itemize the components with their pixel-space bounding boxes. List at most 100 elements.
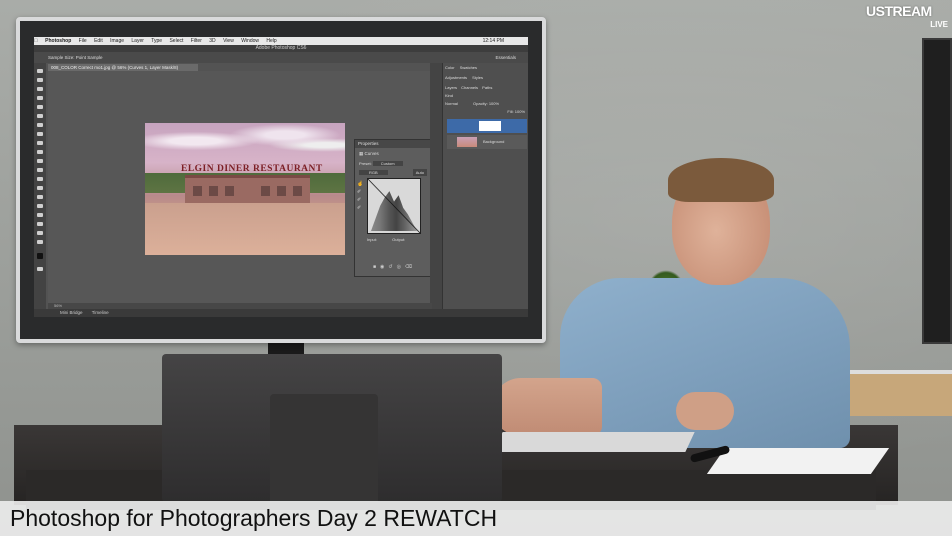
blend-row: Normal Opacity: 100% bbox=[445, 101, 525, 107]
laptop-back bbox=[162, 354, 502, 502]
layer-filter-kind[interactable]: Kind bbox=[445, 93, 525, 99]
diner-photo[interactable]: ELGIN DINER RESTAURANT bbox=[145, 123, 345, 255]
move-tool-icon[interactable] bbox=[37, 69, 43, 73]
marquee-tool-icon[interactable] bbox=[37, 78, 43, 82]
tab-paths[interactable]: Paths bbox=[482, 85, 492, 90]
tab-channels[interactable]: Channels bbox=[461, 85, 478, 90]
menu-image[interactable]: Image bbox=[110, 38, 124, 44]
on-image-adjust-icon[interactable]: ☝ bbox=[357, 180, 364, 188]
paper-sheet bbox=[706, 448, 890, 474]
preset-select[interactable]: Custom bbox=[372, 161, 403, 166]
diner-window bbox=[293, 186, 302, 196]
zoom-level[interactable]: 56% bbox=[54, 303, 62, 308]
background-layer-name: Background bbox=[483, 139, 505, 144]
properties-panel: Properties ▦ Curves Preset: Custom RGB A… bbox=[354, 139, 432, 277]
panel-dock bbox=[430, 63, 442, 309]
menu-layer[interactable]: Layer bbox=[131, 38, 144, 44]
output-label: Output: bbox=[392, 237, 406, 242]
tab-mini-bridge[interactable]: Mini Bridge bbox=[60, 310, 83, 315]
keyboard bbox=[493, 432, 695, 452]
healing-brush-tool-icon[interactable] bbox=[37, 123, 43, 127]
monitor:  Photoshop File Edit Image Layer Type S… bbox=[16, 17, 546, 343]
ustream-logo-text: USTREAM bbox=[866, 3, 932, 19]
history-brush-tool-icon[interactable] bbox=[37, 150, 43, 154]
gray-point-eyedropper-icon[interactable]: ✐ bbox=[357, 196, 364, 204]
menu-type[interactable]: Type bbox=[151, 38, 162, 44]
black-point-eyedropper-icon[interactable]: ✐ bbox=[357, 188, 364, 196]
color-tabs: Color Swatches bbox=[445, 65, 525, 71]
presenter-hand bbox=[676, 392, 734, 430]
menu-photoshop[interactable]: Photoshop bbox=[45, 38, 71, 44]
tab-timeline[interactable]: Timeline bbox=[92, 310, 109, 315]
ps-menubar:  Photoshop File Edit Image Layer Type S… bbox=[34, 37, 528, 45]
layers-tabs: Layers Channels Paths bbox=[445, 85, 525, 91]
crop-tool-icon[interactable] bbox=[37, 105, 43, 109]
fill-field[interactable]: 100% bbox=[515, 109, 525, 114]
clone-stamp-tool-icon[interactable] bbox=[37, 141, 43, 145]
eyedropper-tool-icon[interactable] bbox=[37, 114, 43, 118]
preset-row: Preset: Custom bbox=[359, 160, 429, 167]
white-point-eyedropper-icon[interactable]: ✐ bbox=[357, 204, 364, 212]
tab-styles[interactable]: Styles bbox=[472, 75, 483, 80]
menu-help[interactable]: Help bbox=[266, 38, 276, 44]
window-title: Adobe Photoshop CS6 bbox=[34, 45, 528, 52]
presenter-hair bbox=[668, 158, 774, 202]
channel-select[interactable]: RGB bbox=[359, 170, 388, 175]
banner-title: Photoshop for Photographers Day 2 REWATC… bbox=[10, 505, 498, 531]
path-selection-tool-icon[interactable] bbox=[37, 213, 43, 217]
menu-view[interactable]: View bbox=[223, 38, 234, 44]
curves-graph[interactable] bbox=[367, 178, 421, 234]
photo-sky bbox=[145, 123, 345, 163]
tab-color[interactable]: Color bbox=[445, 65, 455, 70]
auto-button[interactable]: Auto bbox=[412, 169, 427, 176]
gradient-tool-icon[interactable] bbox=[37, 168, 43, 172]
diner-window bbox=[277, 186, 286, 196]
wall-shelf bbox=[846, 370, 952, 416]
curves-tools: ☝ ✐ ✐ ✐ bbox=[357, 180, 364, 220]
presenter-arm bbox=[492, 378, 602, 436]
toggle-visibility-icon[interactable]: ◎ bbox=[397, 264, 405, 270]
options-sample-size[interactable]: Sample Size: Point Sample bbox=[48, 55, 103, 60]
foreground-color-swatch[interactable] bbox=[37, 253, 43, 259]
menu-filter[interactable]: Filter bbox=[191, 38, 202, 44]
menu-file[interactable]: File bbox=[79, 38, 87, 44]
layer-mask-thumbnail[interactable] bbox=[479, 121, 501, 131]
curve-line[interactable] bbox=[368, 179, 420, 233]
wall-frame bbox=[922, 38, 952, 344]
tab-adjustments[interactable]: Adjustments bbox=[445, 75, 467, 80]
dodge-tool-icon[interactable] bbox=[37, 186, 43, 190]
workspace-switcher[interactable]: Essentials bbox=[495, 52, 516, 63]
menu-edit[interactable]: Edit bbox=[94, 38, 103, 44]
fill-row: Fill: 100% bbox=[445, 109, 525, 115]
menu-select[interactable]: Select bbox=[169, 38, 183, 44]
shape-tool-icon[interactable] bbox=[37, 222, 43, 226]
menu-apple[interactable]:  bbox=[34, 38, 38, 44]
quick-mask-icon[interactable] bbox=[37, 267, 43, 271]
pen-tool-icon[interactable] bbox=[37, 195, 43, 199]
ustream-logo: USTREAM LIVE bbox=[866, 3, 950, 33]
blend-mode-select[interactable]: Normal bbox=[445, 101, 458, 106]
reset-icon[interactable]: ↺ bbox=[388, 264, 396, 270]
tab-layers[interactable]: Layers bbox=[445, 85, 457, 90]
ustream-live-text: LIVE bbox=[930, 20, 948, 29]
type-tool-icon[interactable] bbox=[37, 204, 43, 208]
right-panels: Color Swatches Adjustments Styles Layers… bbox=[442, 63, 528, 309]
document-tab[interactable]: 008_COLOR Correct mo1.jpg @ 56% (Curves … bbox=[48, 64, 198, 71]
zoom-tool-icon[interactable] bbox=[37, 240, 43, 244]
hand-tool-icon[interactable] bbox=[37, 231, 43, 235]
menu-window[interactable]: Window bbox=[241, 38, 259, 44]
fill-label: Fill: bbox=[507, 109, 514, 114]
eraser-tool-icon[interactable] bbox=[37, 159, 43, 163]
lasso-tool-icon[interactable] bbox=[37, 87, 43, 91]
trash-icon[interactable]: ⌫ bbox=[405, 264, 416, 270]
diner-sign: ELGIN DINER RESTAURANT bbox=[181, 164, 323, 174]
opacity-field[interactable]: 100% bbox=[489, 101, 499, 106]
blur-tool-icon[interactable] bbox=[37, 177, 43, 181]
options-bar: Sample Size: Point Sample Essentials bbox=[34, 52, 528, 63]
clip-to-layer-icon[interactable]: ■ bbox=[373, 264, 380, 270]
brush-tool-icon[interactable] bbox=[37, 132, 43, 136]
input-output-row: Input: Output: bbox=[367, 236, 431, 243]
tab-swatches[interactable]: Swatches bbox=[460, 65, 477, 70]
quick-select-tool-icon[interactable] bbox=[37, 96, 43, 100]
menu-3d[interactable]: 3D bbox=[209, 38, 215, 44]
